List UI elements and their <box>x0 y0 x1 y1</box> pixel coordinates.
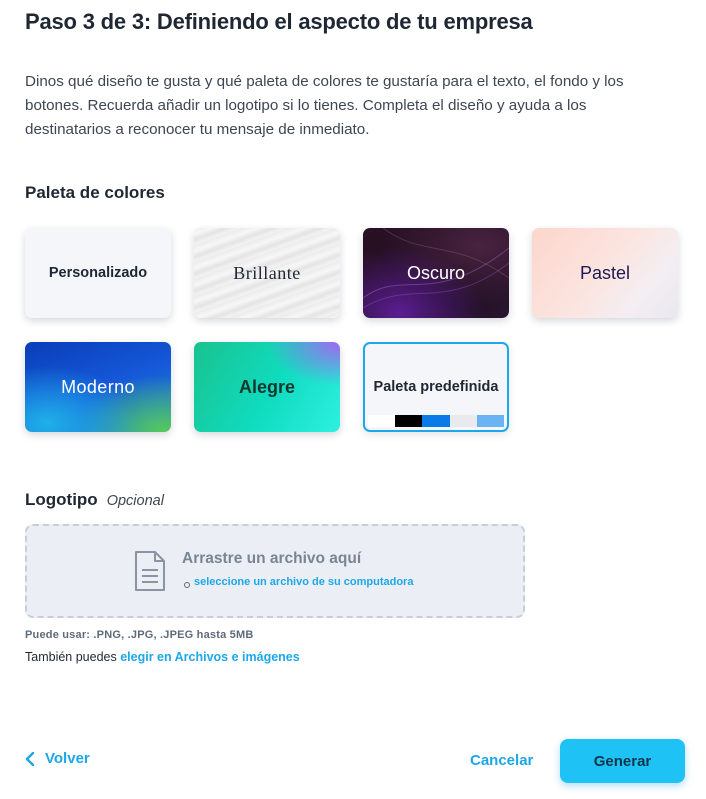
color-swatch <box>476 415 505 427</box>
page-title: Paso 3 de 3: Definiendo el aspecto de tu… <box>25 9 533 34</box>
palette-option-label: Paleta predefinida <box>373 379 499 395</box>
cancel-button[interactable]: Cancelar <box>470 752 533 769</box>
generate-button[interactable]: Generar <box>560 739 685 783</box>
chevron-left-icon <box>25 751 35 766</box>
palette-option-label: Alegre <box>238 376 296 397</box>
logo-heading: Logotipo Opcional <box>25 490 164 510</box>
palette-heading: Paleta de colores <box>25 183 165 202</box>
color-swatch <box>449 415 477 427</box>
palette-option-alegre[interactable]: Alegre <box>194 342 340 432</box>
palette-option-personalizado[interactable]: Personalizado <box>25 228 171 318</box>
palette-option-predefinida[interactable]: Paleta predefinida <box>363 342 509 432</box>
bullet-icon <box>184 582 190 588</box>
palette-option-label: Oscuro <box>406 262 466 283</box>
palette-option-pastel[interactable]: Pastel <box>532 228 678 318</box>
palette-option-oscuro[interactable]: Oscuro <box>363 228 509 318</box>
back-button[interactable]: Volver <box>25 750 90 767</box>
logo-dropzone[interactable]: Arrastre un archivo aquí seleccione un a… <box>25 524 525 618</box>
palette-option-moderno[interactable]: Moderno <box>25 342 171 432</box>
palette-option-label: Pastel <box>579 262 631 283</box>
select-file-link[interactable]: seleccione un archivo de su computadora <box>194 576 413 588</box>
palette-option-brillante[interactable]: Brillante <box>194 228 340 318</box>
allowed-formats-hint: Puede usar: .PNG, .JPG, .JPEG hasta 5MB <box>25 629 254 641</box>
optional-label: Opcional <box>106 493 164 509</box>
page-description: Dinos qué diseño te gusta y qué paleta d… <box>25 73 624 138</box>
also-text: También puedes <box>25 650 117 664</box>
color-swatch <box>395 415 423 427</box>
files-images-line: También puedes elegir en Archivos e imág… <box>25 650 300 664</box>
choose-files-link[interactable]: elegir en Archivos e imágenes <box>120 650 299 664</box>
back-button-label: Volver <box>45 750 90 767</box>
color-swatch <box>422 415 450 427</box>
logo-heading-label: Logotipo <box>25 490 98 509</box>
document-icon <box>135 551 165 591</box>
color-swatch <box>368 415 396 427</box>
palette-option-label: Moderno <box>61 376 135 397</box>
dropzone-title: Arrastre un archivo aquí <box>182 550 362 567</box>
palette-option-label: Brillante <box>233 262 301 283</box>
palette-option-label: Personalizado <box>48 265 148 281</box>
color-swatch-strip <box>368 415 505 427</box>
